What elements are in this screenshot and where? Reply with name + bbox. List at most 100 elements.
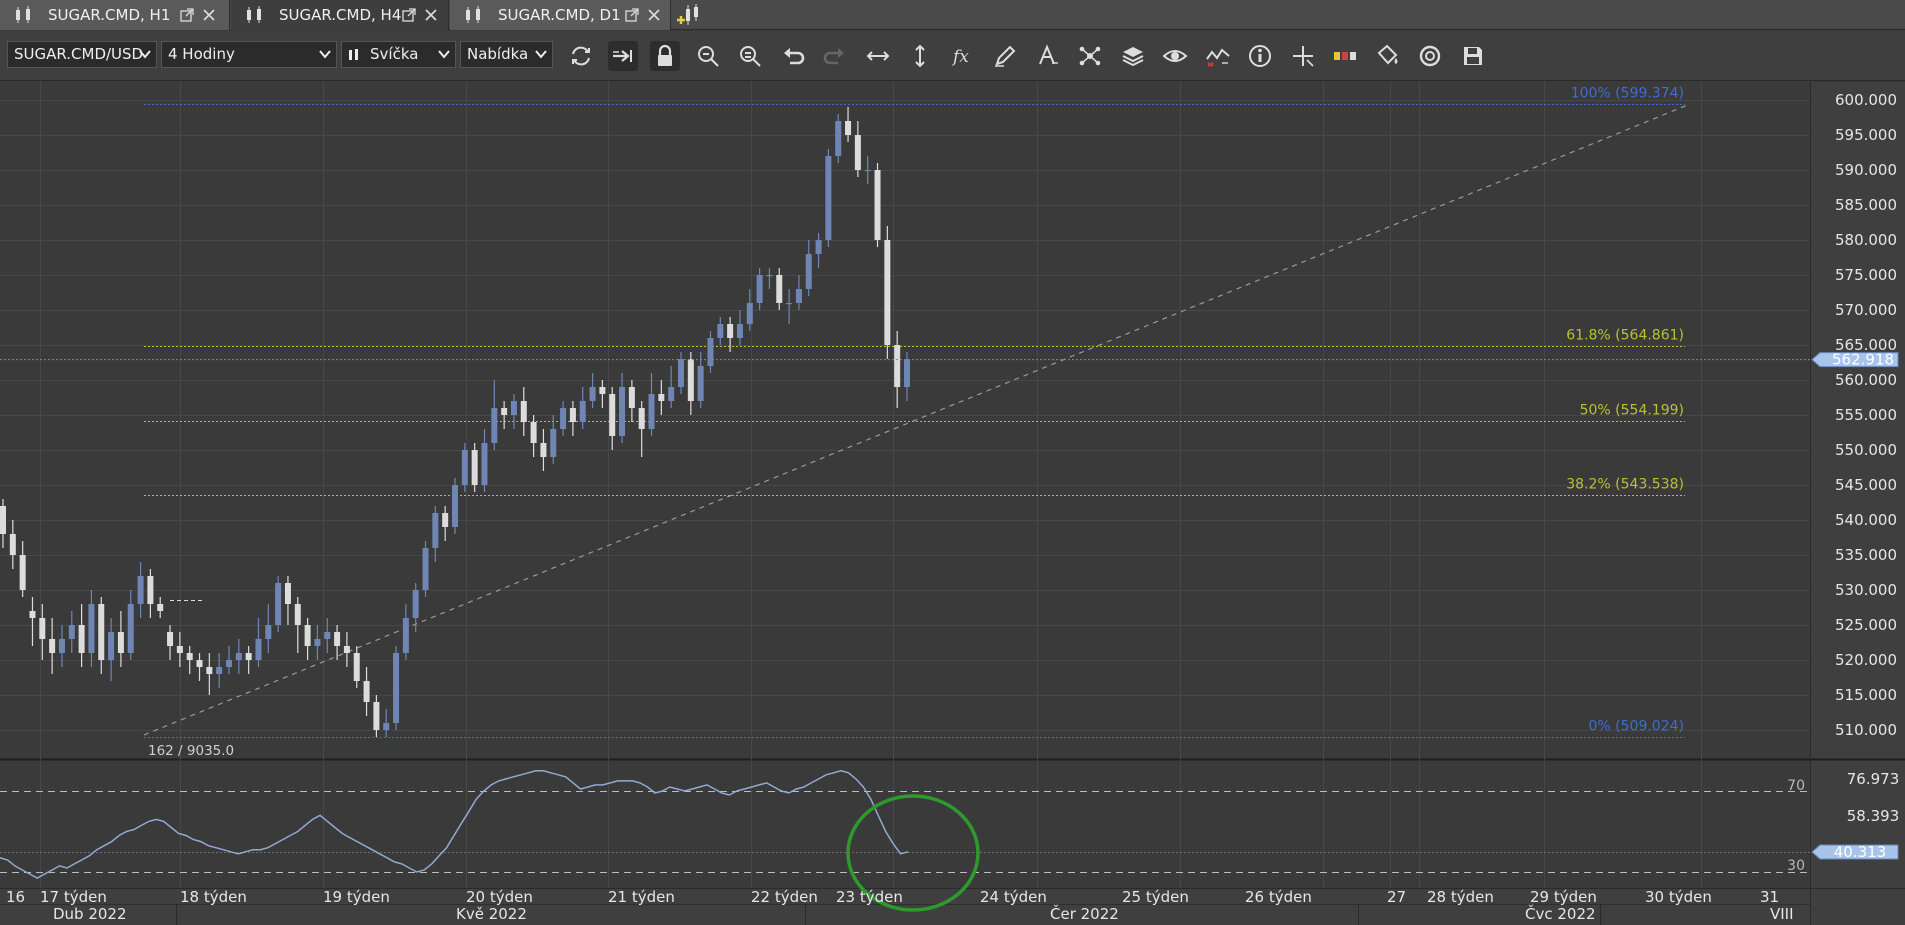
current-price-tag: 562.918	[1811, 351, 1899, 369]
draw-button[interactable]	[990, 41, 1020, 71]
color-bars-button[interactable]	[1330, 41, 1360, 71]
candle-body	[776, 275, 783, 303]
tab-sugar-h1[interactable]: SUGAR.CMD, H1	[0, 0, 230, 30]
price-tick-label: 520.000	[1835, 651, 1897, 669]
candle-body	[786, 303, 793, 305]
candle-body	[540, 443, 547, 457]
candle-body	[334, 632, 341, 646]
candle-body	[894, 345, 901, 387]
price-tick-label: 570.000	[1835, 301, 1897, 319]
close-icon[interactable]	[424, 8, 438, 22]
week-label: 24 týden	[980, 888, 1047, 906]
chart-type-select[interactable]: Svíčka	[341, 41, 456, 68]
price-tick-label: 590.000	[1835, 161, 1897, 179]
candle-body	[343, 646, 350, 653]
price-pane[interactable]	[0, 82, 1810, 759]
price-tick-label: 600.000	[1835, 91, 1897, 109]
candle-body	[904, 359, 910, 387]
candle-body	[58, 639, 65, 653]
shift-chart-button[interactable]	[608, 41, 638, 71]
popout-icon[interactable]	[625, 8, 639, 22]
candle-body	[491, 408, 498, 443]
zoom-in-button[interactable]	[693, 41, 723, 71]
chevron-down-icon	[319, 50, 331, 59]
candle-body	[0, 506, 6, 534]
horizontal-scale-icon	[866, 51, 890, 61]
snapshot-button[interactable]	[1415, 41, 1445, 71]
chevron-down-icon	[535, 50, 547, 59]
oscillator-pane[interactable]	[0, 760, 1810, 888]
info-button[interactable]	[1245, 41, 1275, 71]
price-tick-label: 540.000	[1835, 511, 1897, 529]
zoom-in-icon	[698, 46, 719, 67]
candle-body	[167, 632, 174, 646]
oscillator-top-label: 76.973	[1847, 770, 1900, 788]
candle-body	[363, 681, 370, 702]
month-label: VIII	[1770, 905, 1794, 923]
zoom-out-icon	[740, 46, 761, 67]
candle-body	[88, 604, 95, 653]
week-label: 31	[1760, 888, 1779, 906]
add-chart-icon[interactable]	[676, 3, 702, 27]
save-button[interactable]	[1458, 41, 1488, 71]
layers-icon	[1122, 47, 1144, 67]
fibonacci-level-label: 61.8% (564.861)	[1566, 328, 1684, 344]
text-tool-button[interactable]	[1033, 41, 1063, 71]
price-tick-label: 575.000	[1835, 266, 1897, 284]
network-button[interactable]	[1075, 41, 1105, 71]
price-side-select[interactable]: Nabídka	[460, 41, 553, 68]
vertical-scale-button[interactable]	[905, 41, 935, 71]
tab-label: SUGAR.CMD, H1	[48, 6, 171, 24]
indicators-button[interactable]: fx	[948, 41, 978, 71]
week-label: 17 týden	[40, 888, 107, 906]
close-icon[interactable]	[647, 8, 661, 22]
candle-body	[39, 618, 46, 639]
redo-button[interactable]	[820, 41, 850, 71]
price-tick-label: 585.000	[1835, 196, 1897, 214]
candle-body	[795, 289, 802, 303]
week-label: 29 týden	[1530, 888, 1597, 906]
instrument-select[interactable]: SUGAR.CMD/USD	[7, 41, 157, 68]
tab-label: SUGAR.CMD, H4	[279, 6, 402, 24]
signals-button[interactable]	[1203, 41, 1233, 71]
week-label: 28 týden	[1427, 888, 1494, 906]
week-label: 26 týden	[1245, 888, 1312, 906]
refresh-button[interactable]	[566, 41, 596, 71]
candle-body	[117, 632, 124, 653]
chart-area[interactable]: 100% (599.374) 61.8% (564.861) 50% (554.19…	[0, 82, 1905, 925]
tab-sugar-d1[interactable]: SUGAR.CMD, D1	[450, 0, 671, 30]
lock-button[interactable]	[650, 41, 680, 71]
price-tick-label: 545.000	[1835, 476, 1897, 494]
candle-body	[98, 604, 105, 660]
candle-body	[314, 639, 321, 646]
candle-body	[619, 387, 626, 436]
popout-icon[interactable]	[180, 8, 194, 22]
price-tick-label: 535.000	[1835, 546, 1897, 564]
candle-body	[442, 513, 449, 527]
undo-button[interactable]	[778, 41, 808, 71]
zoom-out-button[interactable]	[735, 41, 765, 71]
close-icon[interactable]	[202, 8, 216, 22]
candle-body	[68, 625, 75, 639]
candle-body	[756, 275, 763, 303]
visibility-button[interactable]	[1160, 41, 1190, 71]
candle-body	[707, 338, 714, 366]
price-tick-label: 595.000	[1835, 126, 1897, 144]
save-icon	[1464, 47, 1482, 65]
period-select[interactable]: 4 Hodiny	[161, 41, 337, 68]
horizontal-scale-button[interactable]	[863, 41, 893, 71]
candle-body	[835, 121, 842, 156]
popout-icon[interactable]	[402, 8, 416, 22]
price-chart-svg[interactable]: 100% (599.374) 61.8% (564.861) 50% (554.19…	[0, 82, 1905, 925]
candle-body	[678, 359, 684, 387]
fill-button[interactable]	[1373, 41, 1403, 71]
candle-body	[815, 240, 822, 254]
layers-button[interactable]	[1118, 41, 1148, 71]
crosshair-button[interactable]	[1288, 41, 1318, 71]
tab-sugar-h4[interactable]: SUGAR.CMD, H4	[231, 0, 449, 30]
candle-body	[393, 653, 400, 723]
oscillator-mid-label: 58.393	[1847, 807, 1900, 825]
candle-body	[235, 653, 242, 660]
price-tick-label: 515.000	[1835, 686, 1897, 704]
candle-body	[452, 485, 458, 527]
